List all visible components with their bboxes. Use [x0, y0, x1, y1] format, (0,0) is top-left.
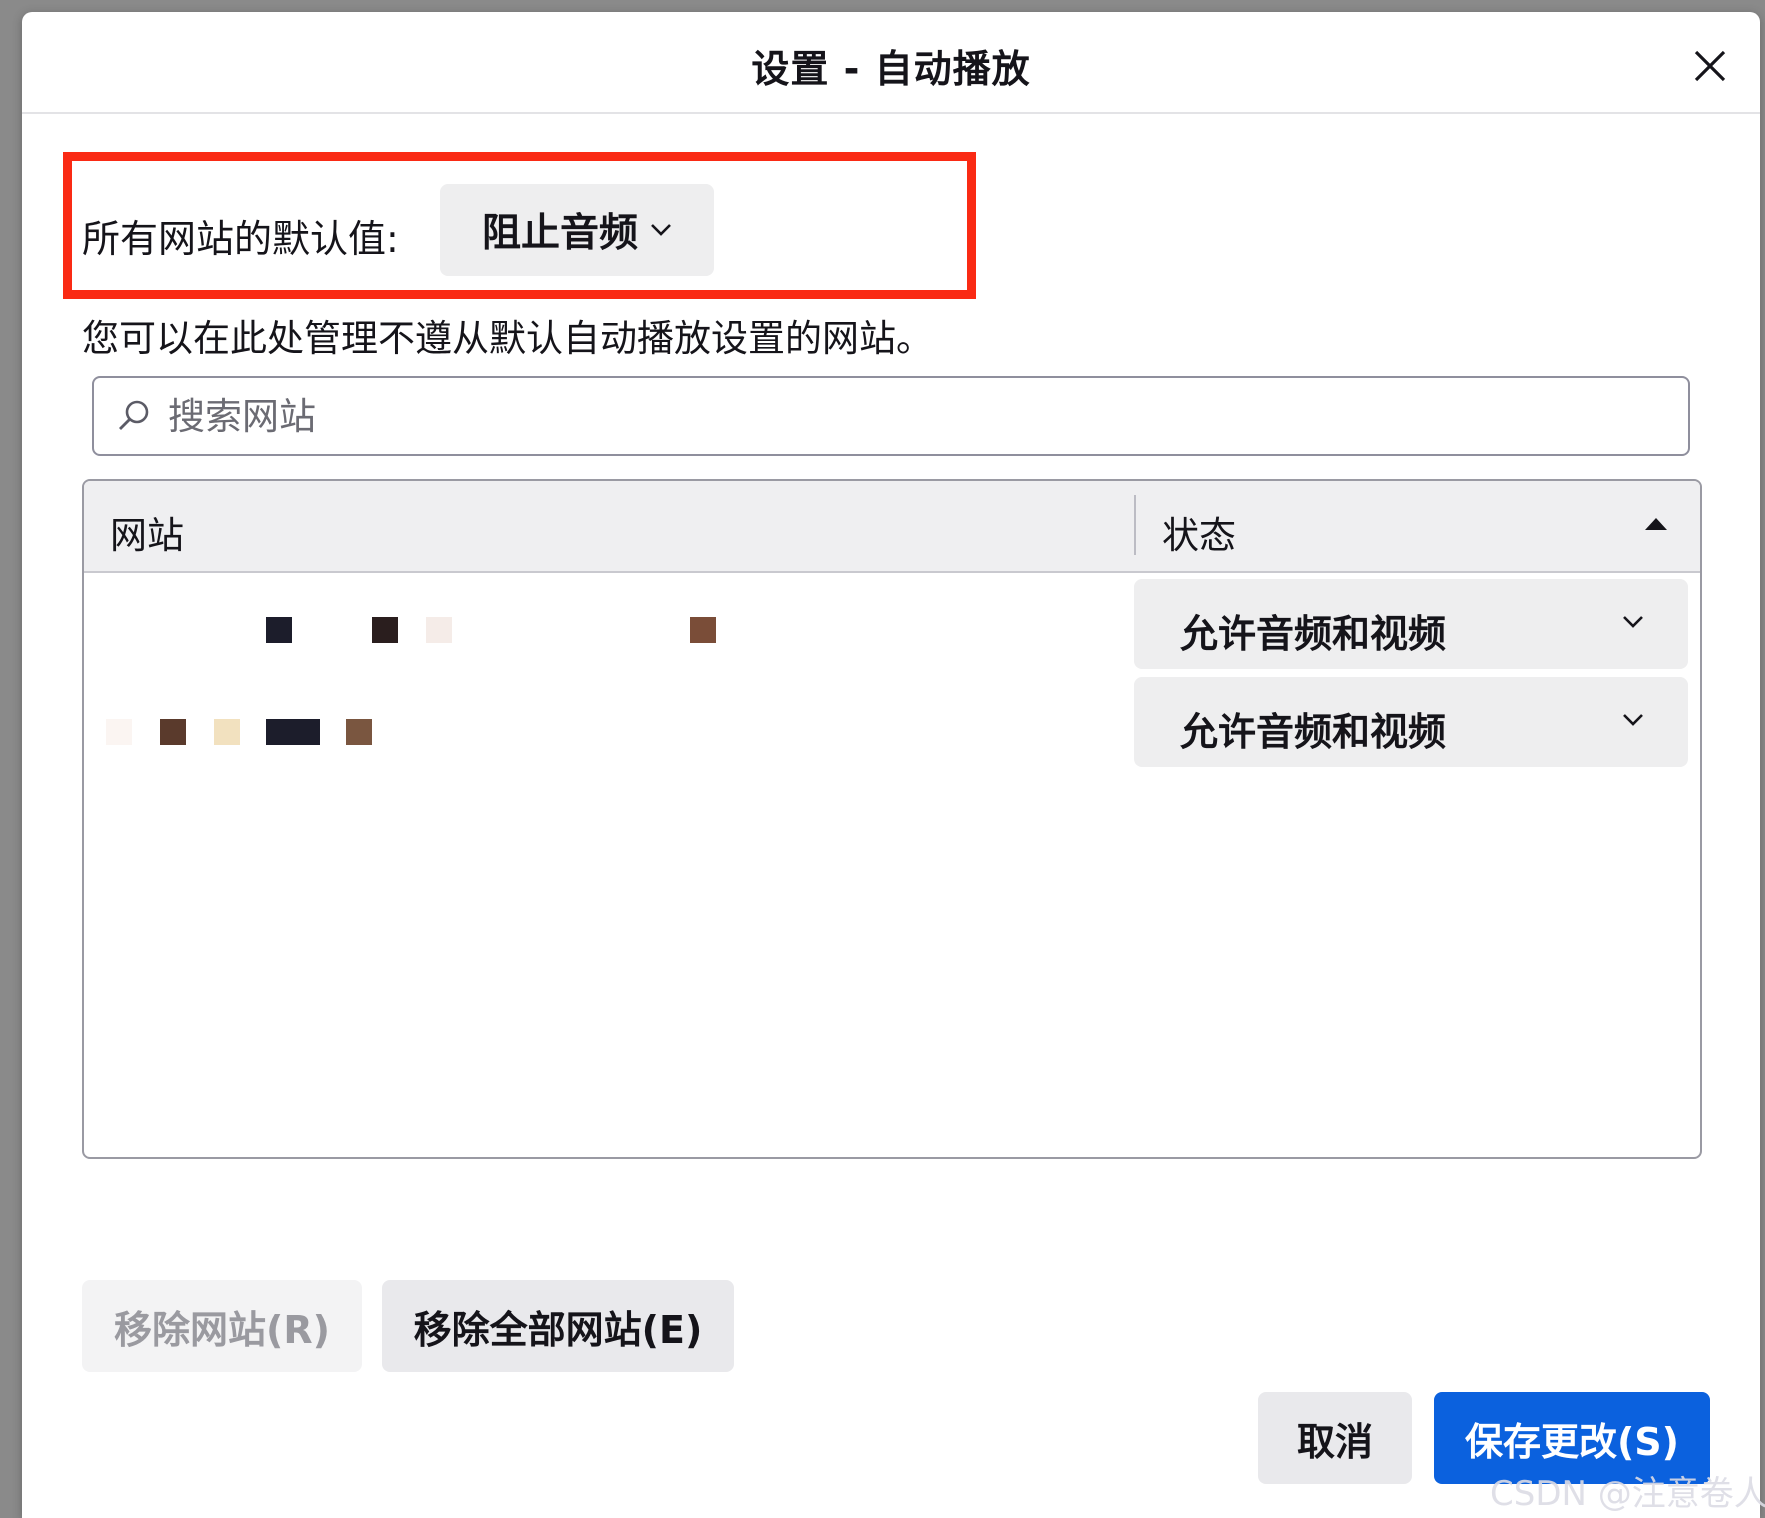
description-text: 您可以在此处管理不遵从默认自动播放设置的网站。: [82, 317, 933, 360]
site-status-value: 允许音频和视频: [1180, 612, 1447, 656]
close-button[interactable]: [1684, 40, 1736, 92]
table-row[interactable]: 允许音频和视频: [84, 575, 1700, 671]
search-input[interactable]: [166, 393, 1570, 439]
site-status-dropdown[interactable]: 允许音频和视频: [1134, 677, 1688, 767]
site-status-value: 允许音频和视频: [1180, 710, 1447, 754]
column-header-status[interactable]: 状态: [1162, 505, 1236, 559]
sites-table: 网站 状态 允许音频和视频 允许音频和视频: [82, 479, 1702, 1159]
highlight-annotation: [63, 152, 976, 299]
sort-ascending-icon[interactable]: [1644, 517, 1668, 531]
cancel-button[interactable]: 取消: [1258, 1392, 1412, 1484]
site-status-dropdown[interactable]: 允许音频和视频: [1134, 579, 1688, 669]
dialog-title: 设置 - 自动播放: [751, 47, 1031, 91]
watermark-text: CSDN @注意卷人: [1490, 1474, 1765, 1514]
remove-site-button[interactable]: 移除网站(R): [82, 1280, 362, 1372]
chevron-down-icon: [1623, 714, 1643, 726]
site-name-obscured: [84, 673, 1134, 769]
dialog-titlebar: 设置 - 自动播放: [22, 12, 1760, 114]
search-field[interactable]: [92, 376, 1690, 456]
close-icon: [1694, 50, 1726, 82]
autoplay-settings-dialog: 设置 - 自动播放 所有网站的默认值: 阻止音频 您可以在此处管理不遵从默认自动…: [22, 12, 1765, 1518]
table-header: 网站 状态: [84, 481, 1700, 573]
column-divider: [1134, 495, 1136, 555]
chevron-down-icon: [1623, 616, 1643, 628]
remove-all-sites-button[interactable]: 移除全部网站(E): [382, 1280, 734, 1372]
site-name-obscured: [84, 575, 1134, 671]
column-header-site[interactable]: 网站: [110, 505, 184, 559]
table-row[interactable]: 允许音频和视频: [84, 673, 1700, 769]
search-icon: [116, 398, 152, 434]
